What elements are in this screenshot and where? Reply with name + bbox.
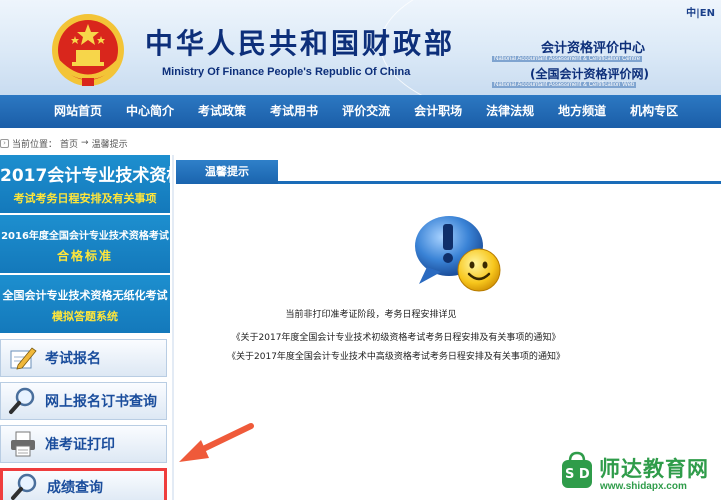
admission-ticket-print-button[interactable]: 准考证打印 <box>0 425 167 463</box>
breadcrumb-prefix: 当前位置： <box>12 139 58 150</box>
center-alt-name: (全国会计资格评价网) <box>530 67 649 81</box>
banner-mock-exam[interactable]: 全国会计专业技术资格无纸化考试 模拟答题系统 <box>0 275 170 333</box>
lang-english-link[interactable]: EN <box>700 8 715 19</box>
notice-message: 当前非打印准考证阶段，考务日程安排详见 <box>285 310 457 320</box>
banner-exam-schedule-title: 2017会计专业技术资格 <box>0 166 170 186</box>
center-name: 会计资格评价中心 <box>541 41 646 56</box>
sidebar-divider <box>172 155 174 500</box>
banner-pass-standard[interactable]: 2016年度全国会计专业技术资格考试 合格标准 <box>0 215 170 273</box>
nav-item-exam-books[interactable]: 考试用书 <box>258 95 330 128</box>
site-title: 中华人民共和国财政部 <box>145 27 456 60</box>
banner-mock-exam-subtitle: 模拟答题系统 <box>52 310 118 323</box>
site-subtitle: Ministry Of Finance People's Republic Of… <box>162 66 411 78</box>
notice-link-senior[interactable]: 《关于2017年度全国会计专业技术中高级资格考试考务日程安排及有关事项的通知》 <box>176 349 616 362</box>
admission-ticket-print-label: 准考证打印 <box>45 437 115 453</box>
breadcrumb: › 当前位置： 首页 → 温馨提示 <box>0 134 128 152</box>
banner-exam-schedule[interactable]: 2017会计专业技术资格 考试考务日程安排及有关事项 <box>0 155 170 213</box>
nav-item-exchange[interactable]: 评价交流 <box>330 95 402 128</box>
breadcrumb-arrow-icon: › <box>0 138 9 148</box>
exam-registration-label: 考试报名 <box>45 351 101 367</box>
nav-item-home[interactable]: 网站首页 <box>42 95 114 128</box>
printer-icon <box>1 426 45 462</box>
exam-registration-button[interactable]: 考试报名 <box>0 339 167 377</box>
sidebar: 2017会计专业技术资格 考试考务日程安排及有关事项 2016年度全国会计专业技… <box>0 155 170 500</box>
watermark: S D 师达教育网 www.shidapx.com <box>555 447 721 500</box>
banner-mock-exam-title: 全国会计专业技术资格无纸化考试 <box>2 289 168 302</box>
notice-link-junior[interactable]: 《关于2017年度全国会计专业技术初级资格考试考务日程安排及有关事项的通知》 <box>176 330 616 343</box>
lang-chinese-link[interactable]: 中 <box>686 8 696 19</box>
nav-item-laws[interactable]: 法律法规 <box>474 95 546 128</box>
center-english-name: National Accountant Assessment & Certifi… <box>492 56 643 62</box>
exclamation-smiley-icon <box>415 216 501 292</box>
nav-item-career[interactable]: 会计职场 <box>402 95 474 128</box>
tab-bar: 温馨提示 <box>176 160 721 184</box>
banner-pass-standard-subtitle: 合格标准 <box>56 249 113 263</box>
pencil-note-icon <box>1 340 45 376</box>
score-query-label: 成绩查询 <box>47 480 103 496</box>
nav-item-exam-policy[interactable]: 考试政策 <box>186 95 258 128</box>
main-nav: 网站首页 中心简介 考试政策 考试用书 评价交流 会计职场 法律法规 地方频道 … <box>0 95 721 128</box>
magnifier-icon <box>1 383 45 419</box>
banner-exam-schedule-subtitle: 考试考务日程安排及有关事项 <box>13 192 157 205</box>
magnifier-icon <box>3 469 47 500</box>
nav-item-institutions[interactable]: 机构专区 <box>618 95 690 128</box>
tab-notice[interactable]: 温馨提示 <box>176 160 278 184</box>
order-book-query-label: 网上报名订书查询 <box>45 394 157 410</box>
order-book-query-button[interactable]: 网上报名订书查询 <box>0 382 167 420</box>
watermark-logo-text: S D <box>565 467 590 482</box>
national-emblem-icon <box>52 14 124 86</box>
watermark-title: 师达教育网 <box>599 457 709 481</box>
red-pointer-arrow-icon <box>179 423 254 462</box>
breadcrumb-home-link[interactable]: 首页 <box>60 137 78 150</box>
watermark-url: www.shidapx.com <box>600 481 687 492</box>
nav-item-local[interactable]: 地方频道 <box>546 95 618 128</box>
center-english-web: National Accountant Assessment & Certifi… <box>492 82 637 88</box>
breadcrumb-current: 温馨提示 <box>91 139 128 150</box>
score-query-button[interactable]: 成绩查询 <box>0 468 167 500</box>
nav-item-about[interactable]: 中心简介 <box>114 95 186 128</box>
banner-pass-standard-title: 2016年度全国会计专业技术资格考试 <box>1 231 169 242</box>
breadcrumb-separator: → <box>81 138 89 148</box>
language-switcher: 中|EN <box>686 4 715 19</box>
site-header: 中华人民共和国财政部 Ministry Of Finance People's … <box>0 0 721 95</box>
